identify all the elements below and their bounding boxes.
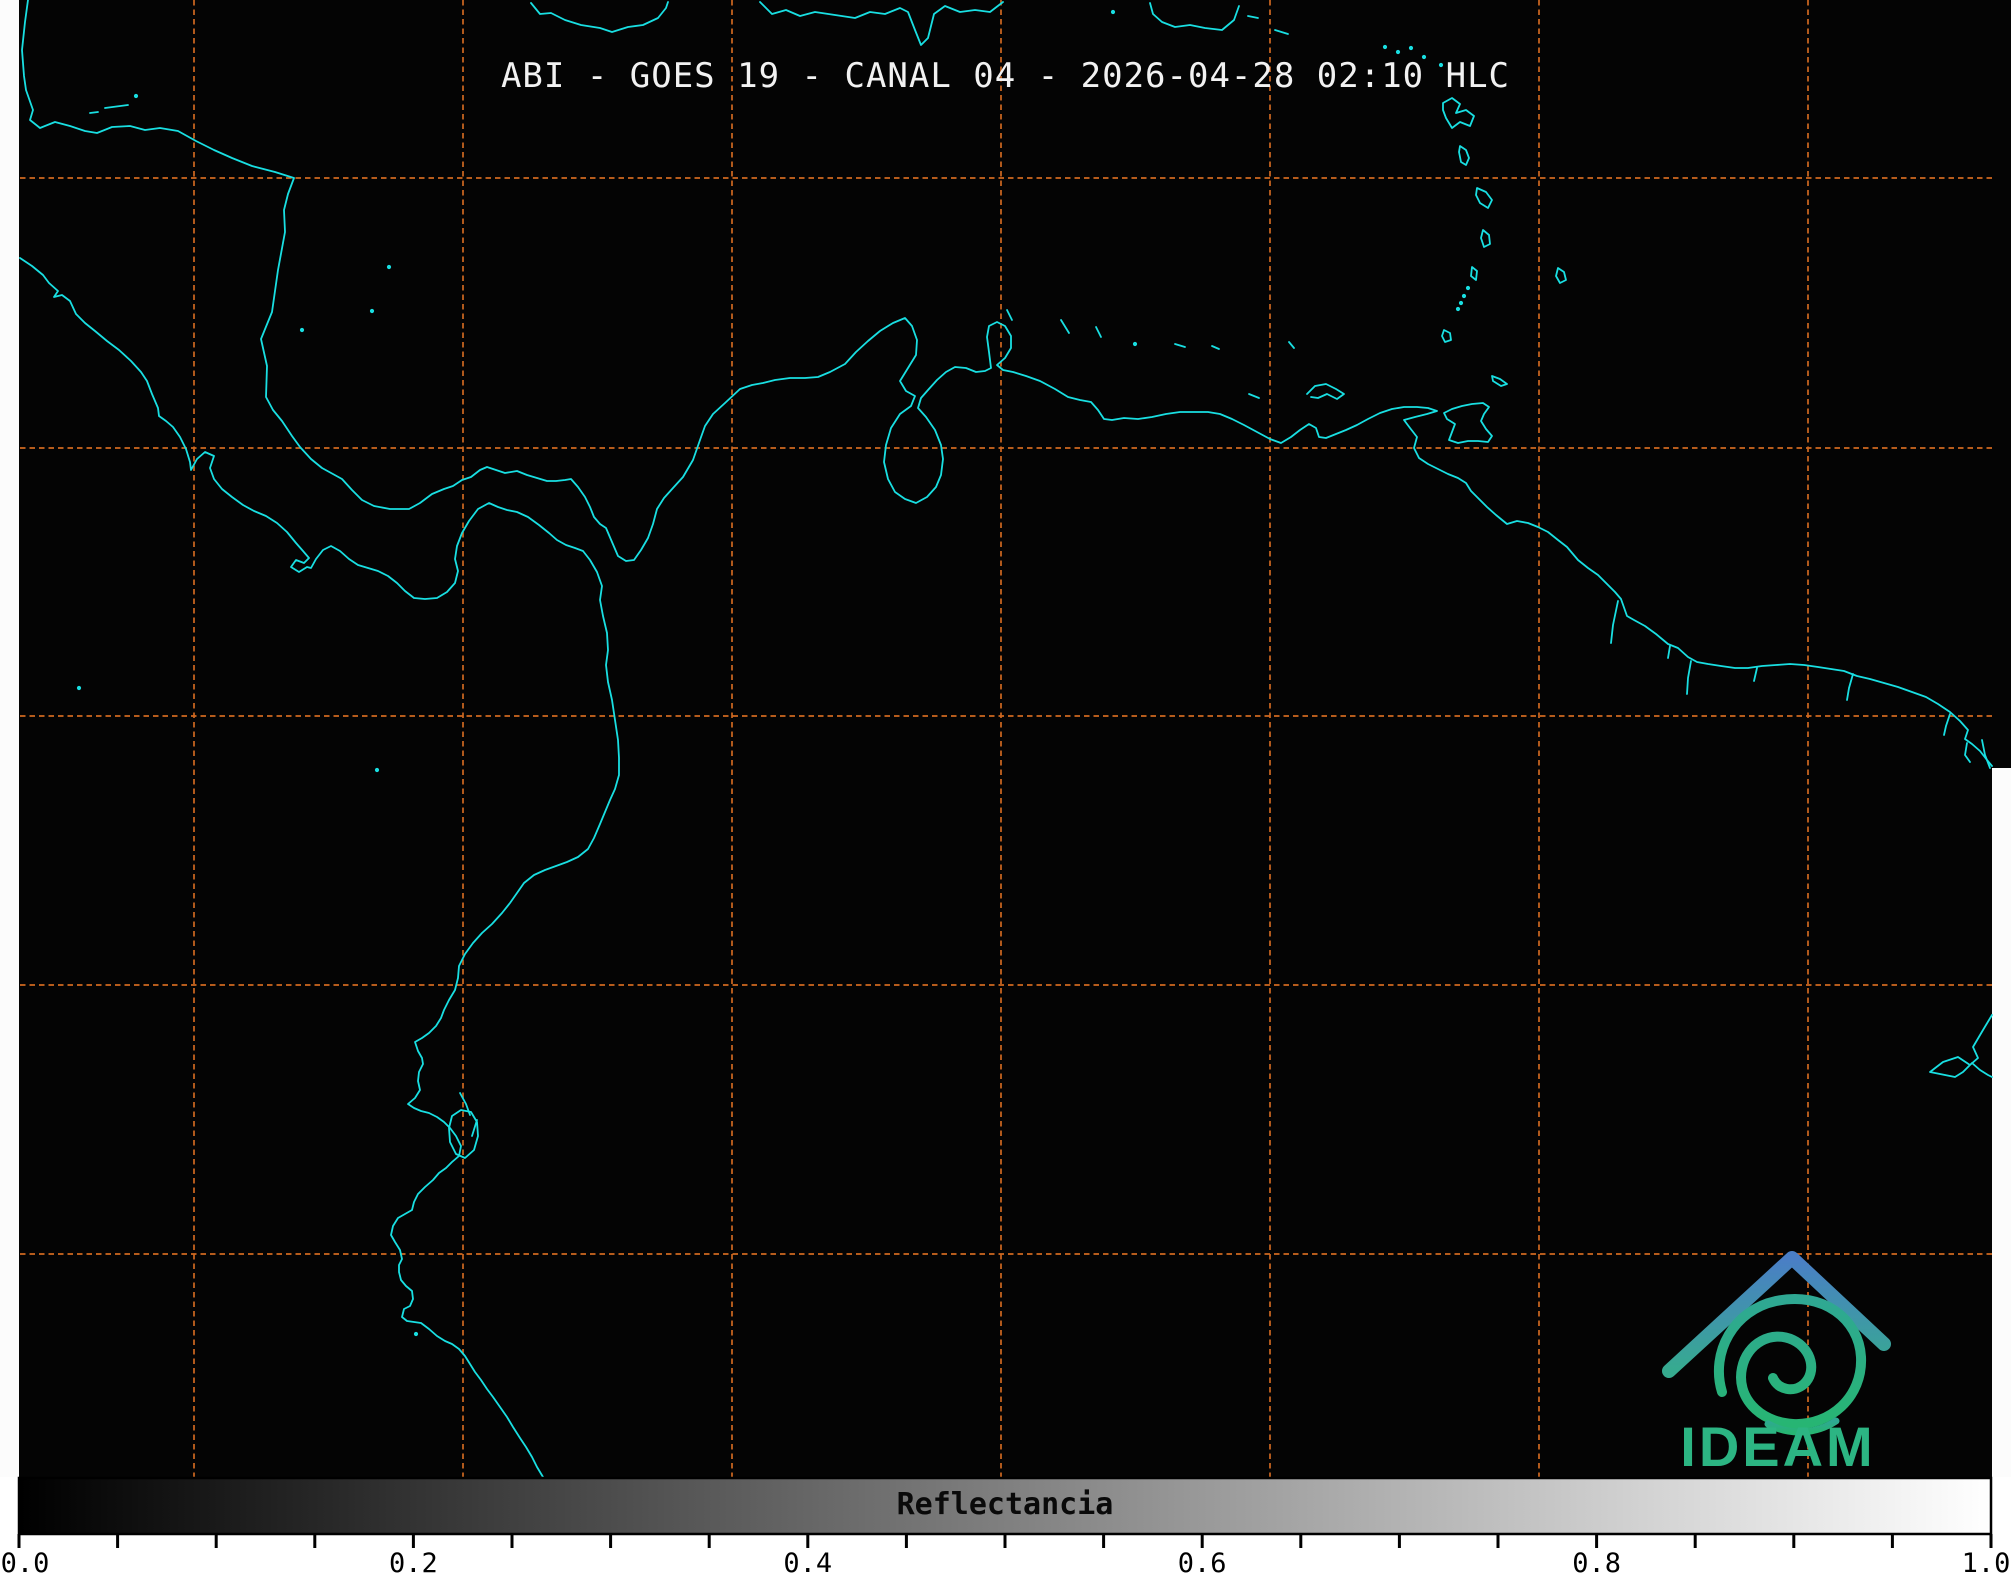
island-dot xyxy=(413,1331,419,1337)
island-dot xyxy=(1465,285,1471,291)
island-dot xyxy=(1461,293,1467,299)
island-dot xyxy=(386,264,392,270)
island-dot xyxy=(1408,45,1414,51)
colorbar-label: Reflectancia xyxy=(896,1487,1114,1522)
island-dot xyxy=(299,327,305,333)
island-dot xyxy=(1455,306,1461,312)
image-title: ABI - GOES 19 - CANAL 04 - 2026-04-28 02… xyxy=(500,56,1511,96)
coastline-utila-island xyxy=(89,111,99,114)
island-dot xyxy=(369,308,375,314)
satellite-image-viewer: IDEAM 0.0 0.2 0.4 0.6 0.8 1.0 ABI - GOES 19 -… xyxy=(0,0,2011,1577)
colorbar-ticks xyxy=(17,1534,1993,1548)
satellite-map-canvas: IDEAM 0.0 0.2 0.4 0.6 0.8 1.0 xyxy=(0,0,2011,1577)
right-edge-bright-strip xyxy=(1992,768,2011,1477)
colorbar-tick-label: 0.6 xyxy=(1178,1548,1227,1577)
map-background xyxy=(0,0,2011,1477)
island-dot xyxy=(1110,9,1116,15)
colorbar-tick-label: 0.0 xyxy=(1,1548,50,1577)
island-dot xyxy=(1132,341,1138,347)
island-dot xyxy=(1382,44,1388,50)
island-dot xyxy=(76,685,82,691)
left-edge-bright-strip xyxy=(0,0,19,1477)
island-dot xyxy=(1458,300,1464,306)
colorbar-tick-label: 0.4 xyxy=(783,1548,832,1577)
colorbar-tick-label: 1.0 xyxy=(1962,1548,2011,1577)
colorbar-tick-label: 0.8 xyxy=(1572,1548,1621,1577)
ideam-logo-text: IDEAM xyxy=(1680,1415,1875,1478)
colorbar-tick-label: 0.2 xyxy=(389,1548,438,1577)
island-dot xyxy=(1395,49,1401,55)
island-dot xyxy=(374,767,380,773)
